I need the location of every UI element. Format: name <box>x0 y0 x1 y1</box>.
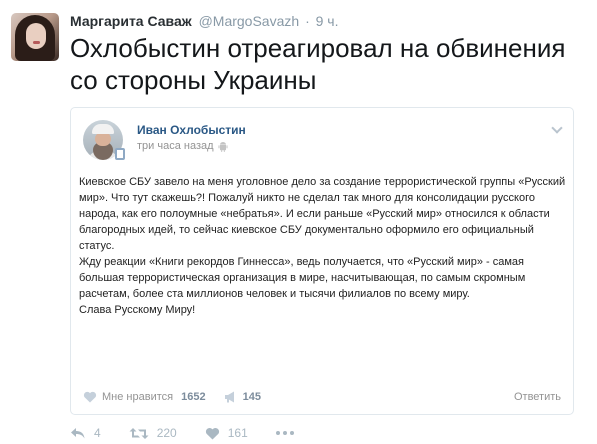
reply-count: 4 <box>94 426 101 440</box>
heart-icon <box>205 427 219 439</box>
embedded-post-card[interactable]: Иван Охлобыстин три часа назад Киевское … <box>70 107 574 415</box>
post-time-label: три часа назад <box>137 140 214 152</box>
more-icon[interactable] <box>275 431 294 435</box>
like-count: 1652 <box>181 391 206 403</box>
chevron-down-icon[interactable] <box>551 122 563 134</box>
separator: · <box>305 13 310 29</box>
avatar[interactable] <box>11 13 59 61</box>
author-handle[interactable]: @MargoSavazh <box>199 13 300 29</box>
post-paragraph: Киевское СБУ завело на меня уголовное де… <box>79 176 566 252</box>
heart-icon <box>83 391 97 403</box>
tweet-timestamp[interactable]: 9 ч. <box>316 13 339 29</box>
author-name[interactable]: Маргарита Саваж <box>70 13 192 29</box>
post-body: Киевское СБУ завело на меня уголовное де… <box>79 174 569 318</box>
retweet-icon <box>129 427 149 439</box>
post-footer: Мне нравится 1652 145 Ответить <box>71 379 573 415</box>
post-reply-link[interactable]: Ответить <box>514 391 561 403</box>
tweet-actions: 4 220 161 <box>70 425 322 441</box>
like-label: Мне нравится <box>102 391 174 403</box>
post-timestamp: три часа назад <box>137 140 228 152</box>
reply-button[interactable]: 4 <box>70 426 101 440</box>
megaphone-icon <box>224 391 234 403</box>
reply-icon <box>71 427 85 438</box>
android-icon <box>218 141 228 152</box>
post-paragraph: Жду реакции «Книги рекордов Гиннесса», в… <box>79 256 526 300</box>
like-button[interactable]: 161 <box>205 426 248 440</box>
mobile-icon <box>115 148 125 160</box>
post-author-name[interactable]: Иван Охлобыстин <box>137 123 246 137</box>
like-count: 161 <box>227 426 248 440</box>
post-like-button[interactable]: Мне нравится 1652 <box>83 391 206 403</box>
tweet: Маргарита Саваж @MargoSavazh · 9 ч. Охло… <box>0 0 597 444</box>
post-share-button[interactable]: 145 <box>224 391 261 403</box>
share-count: 145 <box>242 391 261 403</box>
retweet-button[interactable]: 220 <box>129 426 177 440</box>
tweet-text: Охлобыстин отреагировал на обвинения со … <box>70 33 566 95</box>
retweet-count: 220 <box>156 426 177 440</box>
post-paragraph: Слава Русскому Миру! <box>79 304 196 316</box>
tweet-header: Маргарита Саваж @MargoSavazh · 9 ч. <box>70 12 338 30</box>
